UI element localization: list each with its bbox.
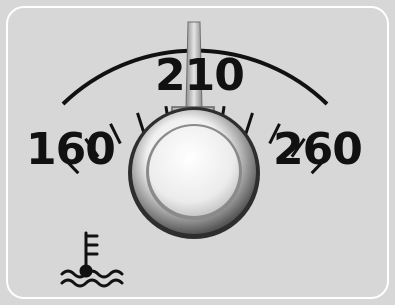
- temperature-gauge: 160 210 260: [0, 0, 395, 305]
- scale-min-label: 160: [26, 124, 116, 175]
- gauge-tick: [244, 112, 254, 135]
- scale-mid-label: 210: [155, 50, 245, 101]
- gauge-tick: [136, 112, 146, 135]
- scale-max-label: 260: [273, 124, 363, 175]
- coolant-temperature-icon: [60, 231, 124, 288]
- gauge-hub: [128, 107, 260, 239]
